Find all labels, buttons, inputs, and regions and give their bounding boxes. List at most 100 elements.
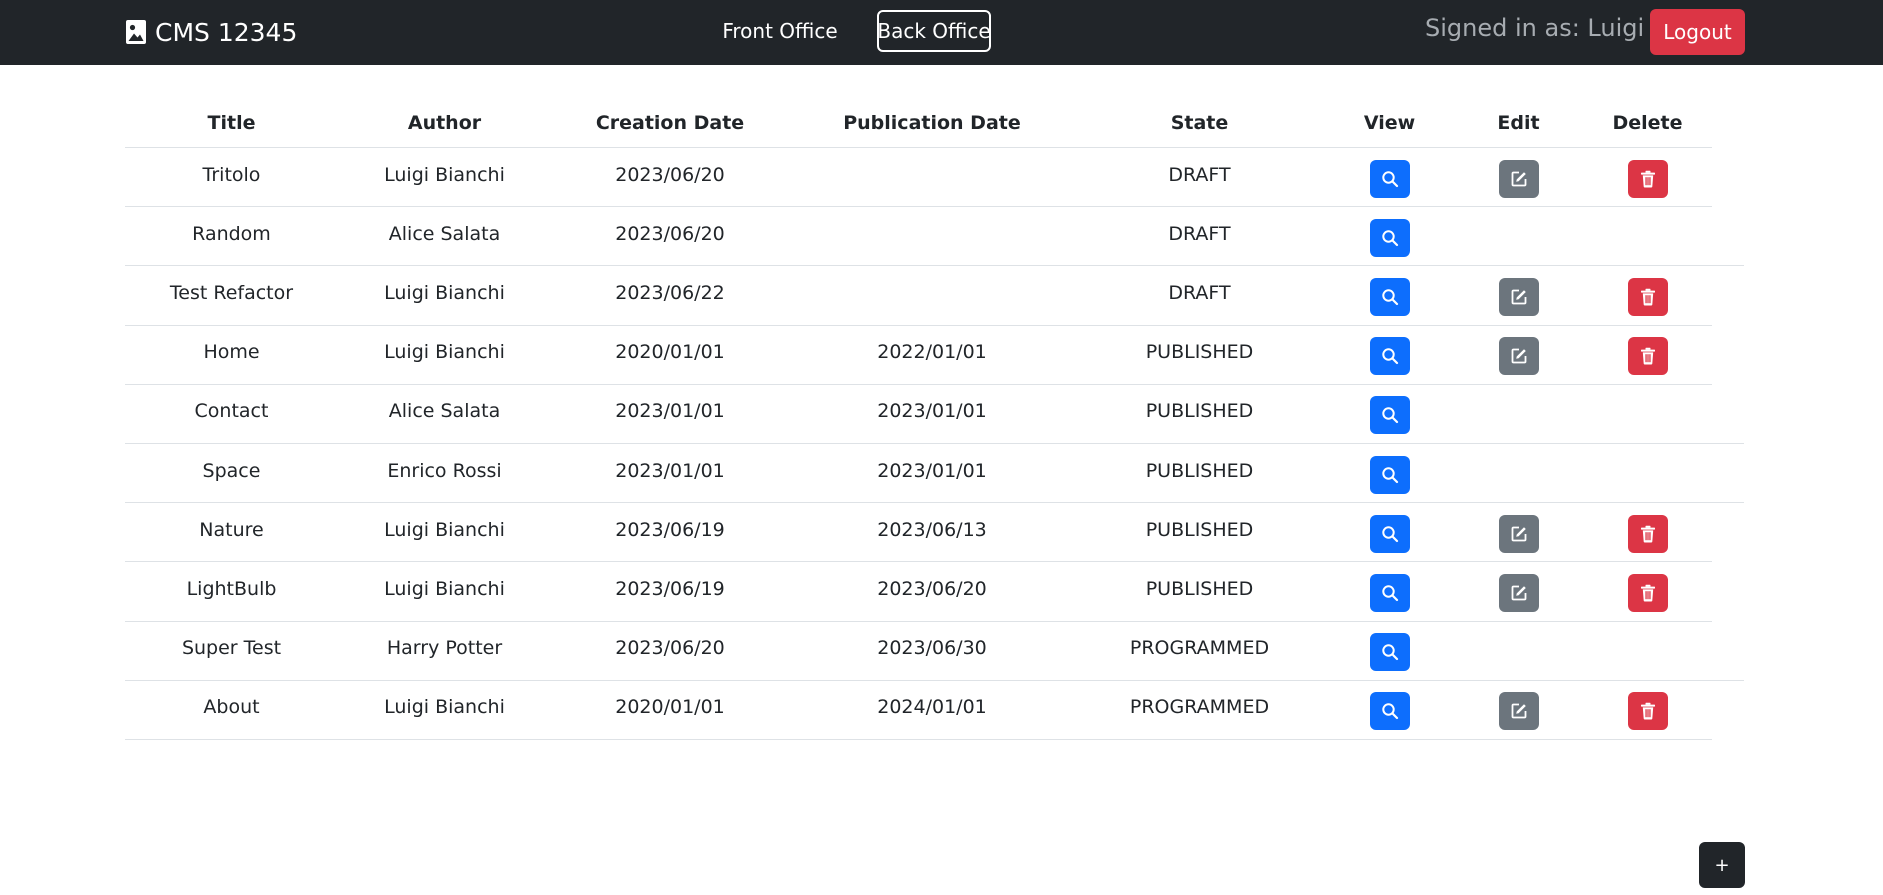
cell-state: DRAFT (1168, 163, 1231, 186)
cell-state: PUBLISHED (1145, 459, 1254, 482)
brand-title: CMS 12345 (155, 17, 298, 47)
cell-state: PUBLISHED (1145, 578, 1254, 600)
row-divider (125, 324, 1712, 326)
cell-title: Nature (199, 518, 264, 541)
cell-state: PUBLISHED (1145, 400, 1254, 423)
cell-title: Random (192, 222, 271, 245)
header-divider (125, 147, 1712, 148)
cell-author: Luigi Bianchi (384, 518, 505, 541)
cell-created: 2023/06/19 (615, 578, 725, 600)
view-button[interactable] (1369, 514, 1410, 553)
search-icon (1381, 170, 1399, 188)
trash-icon (1640, 170, 1656, 188)
row-divider (125, 679, 1744, 681)
edit-button[interactable] (1498, 337, 1539, 376)
cell-author: Harry Potter (386, 637, 503, 660)
search-icon (1381, 229, 1399, 247)
brand[interactable]: CMS 12345 (126, 14, 297, 50)
cell-created: 2023/01/01 (615, 400, 725, 423)
del-button[interactable] (1627, 159, 1668, 198)
search-icon (1381, 347, 1399, 365)
image-icon (126, 20, 146, 44)
del-button[interactable] (1627, 337, 1668, 376)
row-divider (125, 206, 1712, 208)
cell-title: About (203, 696, 260, 719)
cell-author: Enrico Rossi (387, 459, 502, 482)
view-button[interactable] (1369, 278, 1410, 316)
view-button[interactable] (1369, 218, 1410, 257)
cell-published: 2023/06/30 (877, 637, 987, 660)
edit-icon (1510, 170, 1528, 188)
cell-title: Space (202, 459, 261, 482)
trash-icon (1640, 702, 1656, 720)
search-icon (1381, 406, 1399, 424)
edit-icon (1510, 288, 1528, 306)
del-button[interactable] (1627, 574, 1668, 612)
cell-title: Home (203, 341, 260, 364)
cell-state: PROGRAMMED (1129, 637, 1270, 660)
logout-button[interactable]: Logout (1650, 9, 1745, 55)
col-header-author: Author (407, 112, 482, 134)
edit-button[interactable] (1498, 574, 1539, 612)
view-button[interactable] (1369, 396, 1410, 435)
row-divider (125, 739, 1712, 740)
view-button[interactable] (1369, 574, 1410, 612)
search-icon (1381, 702, 1399, 720)
row-divider (125, 620, 1712, 622)
col-header-delete: Delete (1612, 112, 1683, 134)
search-icon (1381, 525, 1399, 543)
edit-button[interactable] (1498, 692, 1539, 731)
cell-title: Test Refactor (169, 282, 294, 304)
cell-published: 2022/01/01 (877, 341, 987, 364)
edit-button[interactable] (1498, 514, 1539, 553)
cell-author: Luigi Bianchi (384, 341, 505, 364)
col-header-publication-date: Publication Date (843, 112, 1021, 134)
col-header-title: Title (207, 112, 256, 134)
nav-front-office[interactable]: Front Office (720, 10, 840, 52)
cell-title: Contact (194, 400, 269, 423)
view-button[interactable] (1369, 455, 1410, 494)
edit-button[interactable] (1498, 159, 1539, 198)
navbar: CMS 12345 Front Office Back Office Signe… (0, 0, 1883, 65)
view-button[interactable] (1369, 159, 1410, 198)
col-header-creation-date: Creation Date (595, 112, 745, 134)
cell-state: PUBLISHED (1145, 341, 1254, 364)
nav-back-office[interactable]: Back Office (877, 10, 991, 52)
del-button[interactable] (1627, 278, 1668, 316)
trash-icon (1640, 584, 1656, 602)
cell-created: 2023/06/19 (615, 518, 725, 541)
cell-published: 2023/06/13 (877, 518, 987, 541)
view-button[interactable] (1369, 633, 1410, 672)
cell-created: 2020/01/01 (615, 696, 725, 719)
cell-published (812, 280, 1052, 306)
edit-icon (1510, 347, 1528, 365)
search-icon (1381, 466, 1399, 484)
del-button[interactable] (1627, 692, 1668, 731)
cell-state: DRAFT (1168, 222, 1231, 245)
cell-author: Luigi Bianchi (384, 578, 505, 600)
add-page-button[interactable]: + (1699, 842, 1745, 888)
edit-button[interactable] (1498, 278, 1539, 316)
cell-created: 2023/06/20 (615, 163, 725, 186)
cell-author: Luigi Bianchi (384, 282, 505, 304)
cell-title: Tritolo (202, 163, 261, 186)
cell-state: DRAFT (1168, 282, 1231, 304)
search-icon (1381, 288, 1399, 306)
view-button[interactable] (1369, 337, 1410, 376)
trash-icon (1640, 347, 1656, 365)
del-button[interactable] (1627, 514, 1668, 553)
cell-published: 2023/06/20 (877, 578, 987, 600)
cell-published (812, 221, 1052, 247)
cell-published (812, 162, 1052, 188)
cell-author: Luigi Bianchi (384, 163, 505, 186)
cell-published: 2023/01/01 (877, 400, 987, 423)
cell-created: 2023/06/20 (615, 222, 725, 245)
row-divider (125, 443, 1744, 444)
edit-icon (1510, 702, 1528, 720)
cell-state: PUBLISHED (1145, 518, 1254, 541)
trash-icon (1640, 288, 1656, 306)
trash-icon (1640, 525, 1656, 543)
view-button[interactable] (1369, 692, 1410, 731)
cell-published: 2024/01/01 (877, 696, 987, 719)
row-divider (125, 265, 1744, 267)
